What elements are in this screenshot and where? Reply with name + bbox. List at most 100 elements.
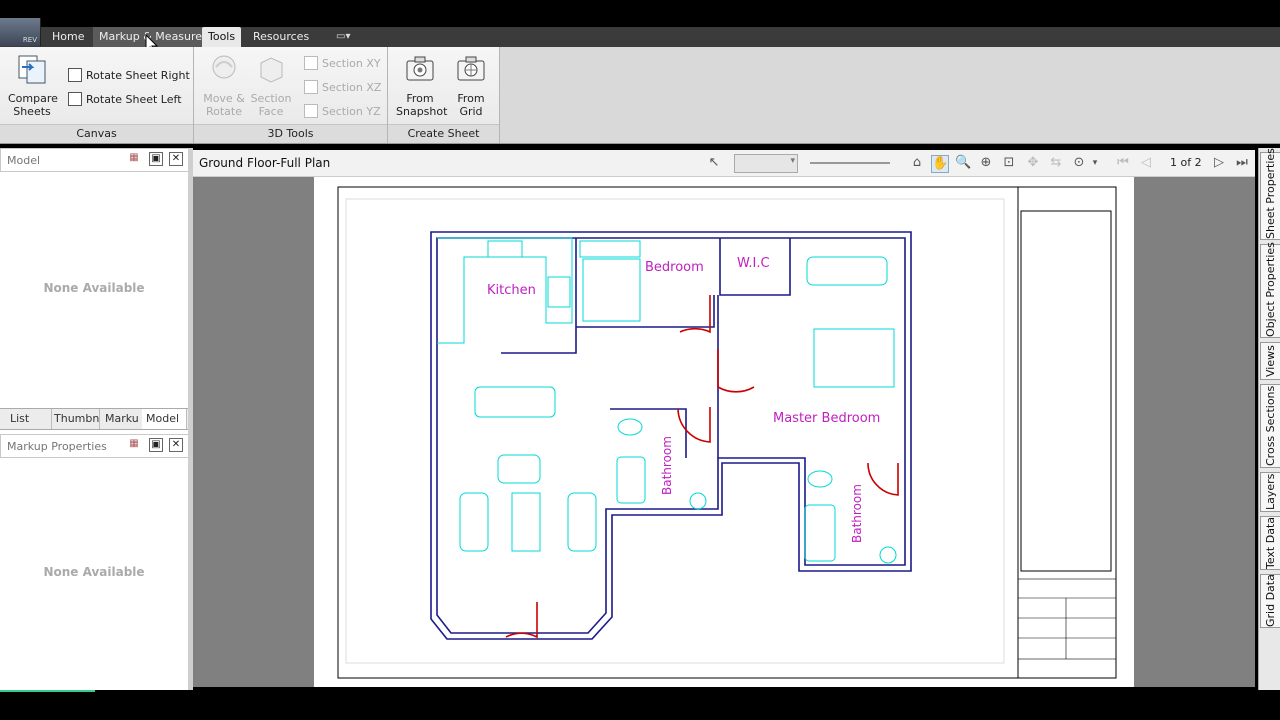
section-face-button[interactable]: Section Face xyxy=(247,53,295,118)
room-label-bathroom-1: Bathroom xyxy=(660,436,674,495)
from-snapshot-label: From Snapshot xyxy=(396,92,448,118)
model-pane-header: ▦ ▣ ✕ xyxy=(0,148,190,172)
create-sheet-panel-title: Create Sheet xyxy=(388,124,499,143)
properties-icon[interactable]: ▦ xyxy=(127,152,141,166)
view-header: Ground Floor-Full Plan ↖ ▾ ⌂ ✋ 🔍 ⊕ ⊡ ✥ ⇆… xyxy=(193,150,1255,177)
properties-icon[interactable]: ▦ xyxy=(127,438,141,452)
tab-model[interactable]: Model xyxy=(142,409,187,429)
left-pane-tabs: List Vie Thumbn Marku Model xyxy=(0,408,188,430)
app-logo-text: REV xyxy=(22,36,37,44)
walk-icon[interactable]: ⇆ xyxy=(1048,155,1064,171)
tab-home[interactable]: Home xyxy=(46,27,90,47)
compare-sheets-label: Compare Sheets xyxy=(8,92,58,118)
markup-none-available: None Available xyxy=(43,565,145,579)
title-block xyxy=(1017,578,1117,660)
section-xy-button[interactable]: Section XY xyxy=(304,55,381,73)
3d-tools-panel-title: 3D Tools xyxy=(194,124,387,143)
section-yz-icon xyxy=(304,104,318,118)
right-tool-tabs: Sheet Properties Object Properties Views… xyxy=(1258,148,1280,690)
move-rotate-icon xyxy=(212,55,236,79)
section-xy-icon xyxy=(304,56,318,70)
status-bar xyxy=(0,690,1280,720)
chevron-down-icon[interactable]: ▾ xyxy=(1091,155,1099,171)
tab-cross-sections[interactable]: Cross Sections xyxy=(1260,384,1280,468)
drawing-sheet[interactable]: Kitchen Bedroom W.I.C Master Bedroom Bat… xyxy=(314,177,1134,687)
home-icon[interactable]: ⌂ xyxy=(909,155,925,171)
tab-list-view[interactable]: List Vie xyxy=(6,409,52,429)
dock-icon[interactable]: ▣ xyxy=(149,438,163,452)
from-grid-label: From Grid xyxy=(457,92,485,118)
zoom-slider[interactable] xyxy=(810,162,890,164)
markup-pane-header: ▦ ▣ ✕ xyxy=(0,434,190,458)
tab-thumbnails[interactable]: Thumbn xyxy=(50,409,100,429)
rotate-sheet-right-label: Rotate Sheet Right xyxy=(86,69,190,82)
tab-tools[interactable]: Tools xyxy=(202,27,242,47)
section-face-icon xyxy=(260,57,283,83)
canvas-panel: Compare Sheets Rotate Sheet Right Rotate… xyxy=(0,47,194,143)
room-label-kitchen: Kitchen xyxy=(487,283,536,298)
floor-plan-drawing xyxy=(337,186,1117,679)
zoom-window-icon[interactable]: ⊕ xyxy=(978,155,994,171)
zoom-icon[interactable]: 🔍 xyxy=(955,155,971,171)
last-page-icon[interactable]: ⏭ xyxy=(1234,155,1250,171)
room-label-wic: W.I.C xyxy=(737,256,770,271)
section-face-label: Section Face xyxy=(250,92,292,118)
tab-grid-data[interactable]: Grid Data xyxy=(1260,574,1280,628)
section-xy-label: Section XY xyxy=(322,57,381,70)
tab-resources[interactable]: Resources xyxy=(247,27,315,47)
tab-views[interactable]: Views xyxy=(1260,342,1280,380)
room-label-bedroom: Bedroom xyxy=(645,260,704,275)
close-icon[interactable]: ✕ xyxy=(169,152,183,166)
move-rotate-label: Move & Rotate xyxy=(203,92,245,118)
section-yz-button[interactable]: Section YZ xyxy=(304,103,381,121)
orbit-icon[interactable]: ✥ xyxy=(1025,155,1041,171)
tab-sheet-properties[interactable]: Sheet Properties xyxy=(1260,148,1280,240)
compare-sheets-icon xyxy=(18,55,46,84)
quick-access-dropdown-icon[interactable]: ▭▾ xyxy=(336,31,358,43)
section-xz-label: Section XZ xyxy=(322,81,382,94)
section-xz-button[interactable]: Section XZ xyxy=(304,79,381,97)
rotate-sheet-left-label: Rotate Sheet Left xyxy=(86,93,182,106)
compare-sheets-button[interactable]: Compare Sheets xyxy=(8,53,58,118)
3d-tools-panel: Move & Rotate Section Face Section XY Se… xyxy=(194,47,388,143)
floor-plan-doors xyxy=(505,295,899,639)
rotate-sheet-left-button[interactable]: Rotate Sheet Left xyxy=(68,91,182,109)
tab-layers[interactable]: Layers xyxy=(1260,472,1280,512)
progress-indicator xyxy=(0,690,95,692)
camera-snapshot-icon xyxy=(406,56,434,81)
ribbon-tab-bar: Home Markup & Measure Tools Resources ▭▾ xyxy=(0,27,1280,47)
camera-grid-icon xyxy=(457,56,485,81)
model-search-input[interactable] xyxy=(5,151,127,169)
select-arrow-icon[interactable]: ↖ xyxy=(706,155,722,171)
section-yz-label: Section YZ xyxy=(322,105,381,118)
steering-wheel-icon[interactable]: ⊙ xyxy=(1071,155,1087,171)
canvas-panel-title: Canvas xyxy=(0,124,193,143)
tab-object-properties[interactable]: Object Properties xyxy=(1260,242,1280,338)
rotate-sheet-right-button[interactable]: Rotate Sheet Right xyxy=(68,67,190,85)
zoom-select[interactable]: ▾ xyxy=(734,154,798,173)
section-xz-icon xyxy=(304,80,318,94)
ribbon: Compare Sheets Rotate Sheet Right Rotate… xyxy=(0,47,1280,144)
first-page-icon[interactable]: ⏮ xyxy=(1115,155,1131,171)
from-grid-button[interactable]: From Grid xyxy=(447,53,495,118)
dock-icon[interactable]: ▣ xyxy=(149,152,163,166)
application-menu-button[interactable]: REV xyxy=(0,18,41,46)
title-bar xyxy=(0,0,1280,27)
rotate-left-icon xyxy=(68,92,82,106)
room-label-master-bedroom: Master Bedroom xyxy=(773,411,881,426)
close-icon[interactable]: ✕ xyxy=(169,438,183,452)
page-indicator: 1 of 2 xyxy=(1170,156,1202,169)
move-rotate-button[interactable]: Move & Rotate xyxy=(200,53,248,118)
model-none-available: None Available xyxy=(43,281,145,295)
from-snapshot-button[interactable]: From Snapshot xyxy=(396,53,448,118)
tab-text-data[interactable]: Text Data xyxy=(1260,516,1280,570)
rotate-right-icon xyxy=(68,68,82,82)
pan-hand-icon[interactable]: ✋ xyxy=(931,155,949,173)
room-label-bathroom-2: Bathroom xyxy=(850,484,864,543)
markup-properties-input[interactable] xyxy=(5,437,127,455)
tab-markups[interactable]: Marku xyxy=(101,409,143,429)
create-sheet-panel: From Snapshot From Grid Create Sheet xyxy=(388,47,500,143)
previous-page-icon[interactable]: ◁ xyxy=(1138,155,1154,171)
zoom-extents-icon[interactable]: ⊡ xyxy=(1001,155,1017,171)
next-page-icon[interactable]: ▷ xyxy=(1211,155,1227,171)
